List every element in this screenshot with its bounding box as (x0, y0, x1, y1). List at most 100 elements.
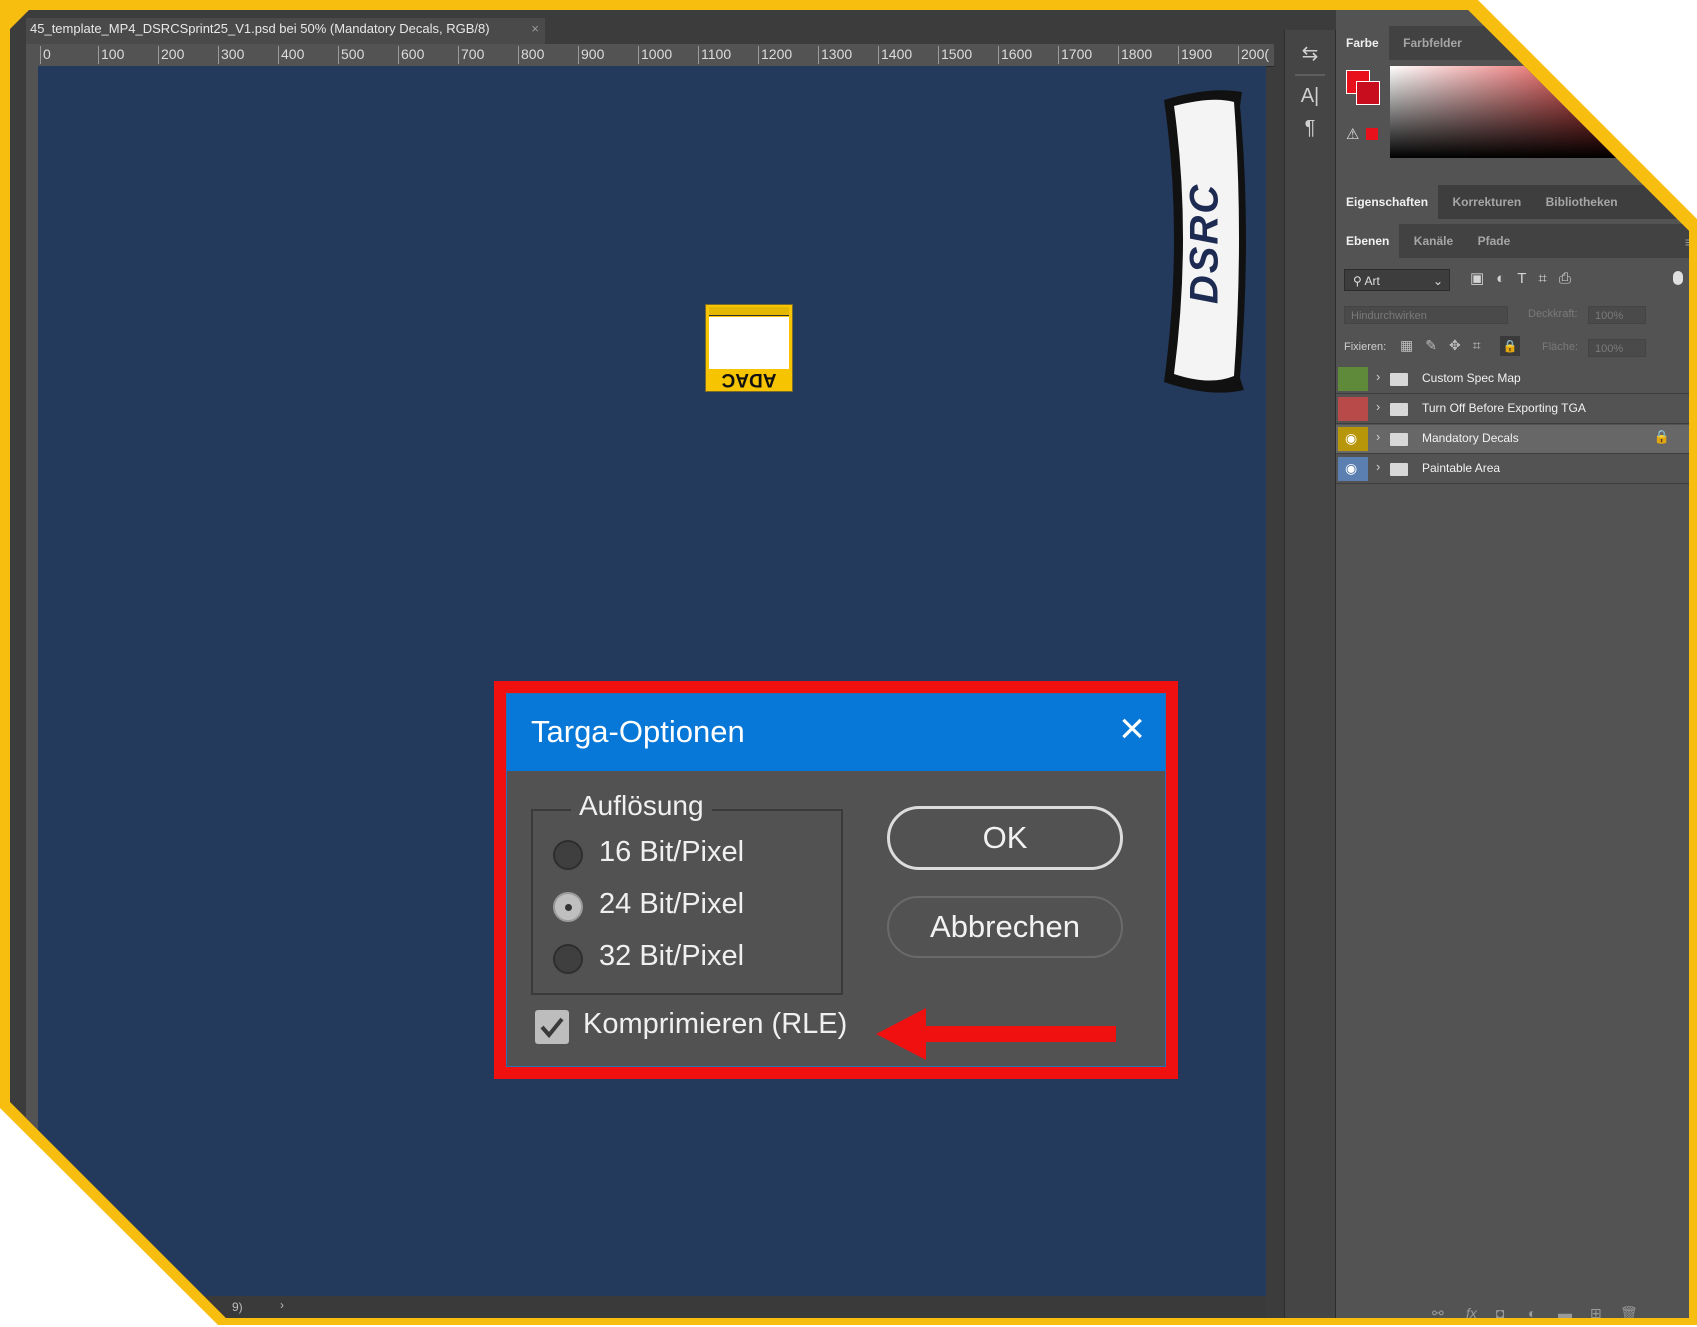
opacity-label: Deckkraft: (1528, 308, 1578, 320)
ruler-tick: 1100 (698, 46, 731, 64)
layer-row[interactable]: › Turn Off Before Exporting TGA (1336, 395, 1689, 424)
paragraph-icon[interactable]: ¶ (1285, 112, 1335, 144)
blend-row: Hindurchwirken Deckkraft: 100% (1336, 300, 1689, 330)
ok-button[interactable]: OK (887, 806, 1123, 870)
status-text: 9) (232, 1300, 243, 1314)
chevron-right-icon[interactable]: › (1376, 369, 1380, 384)
layer-name: Custom Spec Map (1422, 371, 1521, 385)
chevron-right-icon[interactable]: › (1376, 459, 1380, 474)
tab-korrekturen[interactable]: Korrekturen (1442, 185, 1531, 219)
chevron-down-icon: ⌄ (1432, 274, 1443, 288)
filter-toggle[interactable] (1673, 271, 1683, 285)
properties-panel-tabs: Eigenschaften Korrekturen Bibliotheken (1336, 185, 1689, 219)
right-panels: Farbe Farbfelder ⚠ Eigenschaften Korrekt… (1336, 10, 1689, 1318)
document-tab-title: 45_template_MP4_DSRCSprint25_V1.psd bei … (30, 21, 490, 36)
ruler-tick: 900 (578, 46, 604, 64)
ruler-tick: 200 (158, 46, 184, 64)
adac-decal: ADAC (705, 304, 793, 392)
ruler-tick: 800 (518, 46, 544, 64)
eye-icon: ◉ (1345, 430, 1358, 446)
dialog-title: Targa-Optionen (531, 714, 745, 749)
ruler-tick: 1700 (1058, 46, 1092, 64)
blend-mode-select[interactable]: Hindurchwirken (1344, 306, 1508, 324)
ruler-tick: 1900 (1178, 46, 1212, 64)
search-icon: ⚲ (1353, 274, 1362, 288)
ruler-tick: 200( (1238, 46, 1269, 64)
cancel-button[interactable]: Abbrechen (887, 896, 1123, 958)
layer-visibility-toggle[interactable] (1338, 397, 1368, 421)
layer-visibility-toggle[interactable]: ◉ (1338, 457, 1368, 481)
chevron-right-icon[interactable]: › (1376, 429, 1380, 444)
adac-decal-stripe (709, 307, 789, 316)
layer-filter-select[interactable]: ⚲ Art ⌄ (1344, 269, 1450, 291)
character-icon[interactable]: A| (1285, 80, 1335, 112)
folder-icon (1390, 403, 1408, 416)
fill-field[interactable]: 100% (1588, 339, 1646, 357)
dialog-titlebar[interactable]: Targa-Optionen × (507, 694, 1165, 771)
ruler-tick: 600 (398, 46, 424, 64)
tab-kanaele[interactable]: Kanäle (1404, 224, 1463, 258)
checkmark-icon (540, 1017, 564, 1039)
folder-icon (1390, 373, 1408, 386)
dsrc-decal-label: DSRC (1182, 182, 1227, 305)
layer-name: Turn Off Before Exporting TGA (1422, 401, 1586, 415)
lock-options-icons[interactable]: ▦✎✥⌗ (1400, 337, 1493, 354)
document-tab[interactable]: 45_template_MP4_DSRCSprint25_V1.psd bei … (26, 18, 545, 44)
chevron-right-icon[interactable]: › (280, 1298, 284, 1312)
tab-eigenschaften[interactable]: Eigenschaften (1336, 185, 1439, 219)
red-arrow-annotation (876, 1008, 1116, 1060)
folder-icon (1390, 463, 1408, 476)
tab-farbe[interactable]: Farbe (1336, 26, 1389, 60)
ruler-tick: 1400 (878, 46, 912, 64)
layer-row[interactable]: ◉ › Paintable Area (1336, 455, 1689, 484)
opacity-field[interactable]: 100% (1588, 306, 1646, 324)
background-color-swatch[interactable] (1356, 81, 1380, 105)
horizontal-ruler[interactable]: 0 100 200 300 400 500 600 700 800 900 10… (26, 44, 1274, 67)
gamut-warning-icon[interactable]: ⚠ (1346, 125, 1359, 143)
radio-label[interactable]: 16 Bit/Pixel (599, 836, 744, 869)
ruler-tick: 1300 (818, 46, 852, 64)
dsrc-decal: DSRC (1160, 86, 1252, 396)
compress-label[interactable]: Komprimieren (RLE) (583, 1008, 847, 1041)
layer-name: Mandatory Decals (1422, 431, 1519, 445)
ruler-tick: 100 (98, 46, 124, 64)
lock-label: Fixieren: (1344, 341, 1387, 353)
folder-icon (1390, 433, 1408, 446)
radio-button[interactable] (553, 892, 583, 922)
tab-farbfelder[interactable]: Farbfelder (1393, 26, 1472, 60)
ruler-tick: 700 (458, 46, 484, 64)
ruler-tick: 1600 (998, 46, 1032, 64)
radio-label[interactable]: 32 Bit/Pixel (599, 940, 744, 973)
fill-label: Fläche: (1542, 341, 1579, 353)
layers-panel-tabs: Ebenen Kanäle Pfade ≡ (1336, 224, 1689, 258)
ruler-tick: 1500 (938, 46, 972, 64)
gamut-warning-swatch[interactable] (1366, 128, 1378, 140)
layer-row[interactable]: ◉ › Mandatory Decals 🔒 (1336, 425, 1689, 454)
layer-filter-label: Art (1364, 274, 1380, 288)
adac-decal-white-area (709, 317, 789, 369)
radio-label[interactable]: 24 Bit/Pixel (599, 888, 744, 921)
tab-ebenen[interactable]: Ebenen (1336, 224, 1400, 258)
lock-all-icon[interactable]: 🔒 (1500, 336, 1520, 356)
tab-bibliotheken[interactable]: Bibliotheken (1536, 185, 1628, 219)
tab-pfade[interactable]: Pfade (1468, 224, 1521, 258)
ruler-tick: 1000 (638, 46, 672, 64)
photoshop-window: 45_template_MP4_DSRCSprint25_V1.psd bei … (10, 10, 1689, 1318)
strip-divider (1295, 74, 1325, 76)
radio-button[interactable] (553, 944, 583, 974)
close-tab-icon[interactable]: × (531, 18, 539, 40)
layer-filter-toolbar: ⚲ Art ⌄ ▣◐T⌗⎙ (1336, 265, 1689, 295)
layer-filter-icons[interactable]: ▣◐T⌗⎙ (1470, 269, 1583, 287)
vertical-ruler[interactable] (26, 66, 38, 1296)
ruler-tick: 0 (40, 46, 51, 64)
lock-row: Fixieren: ▦✎✥⌗ 🔒 Fläche: 100% (1336, 333, 1689, 363)
layer-row[interactable]: › Custom Spec Map (1336, 365, 1689, 394)
radio-button[interactable] (553, 840, 583, 870)
chevron-right-icon[interactable]: › (1376, 399, 1380, 414)
layer-visibility-toggle[interactable] (1338, 367, 1368, 391)
compress-checkbox[interactable] (535, 1010, 569, 1044)
lock-icon: 🔒 (1653, 429, 1670, 444)
layer-visibility-toggle[interactable]: ◉ (1338, 427, 1368, 451)
history-icon[interactable]: ⇆ (1285, 38, 1335, 70)
close-icon[interactable]: × (1119, 704, 1145, 754)
